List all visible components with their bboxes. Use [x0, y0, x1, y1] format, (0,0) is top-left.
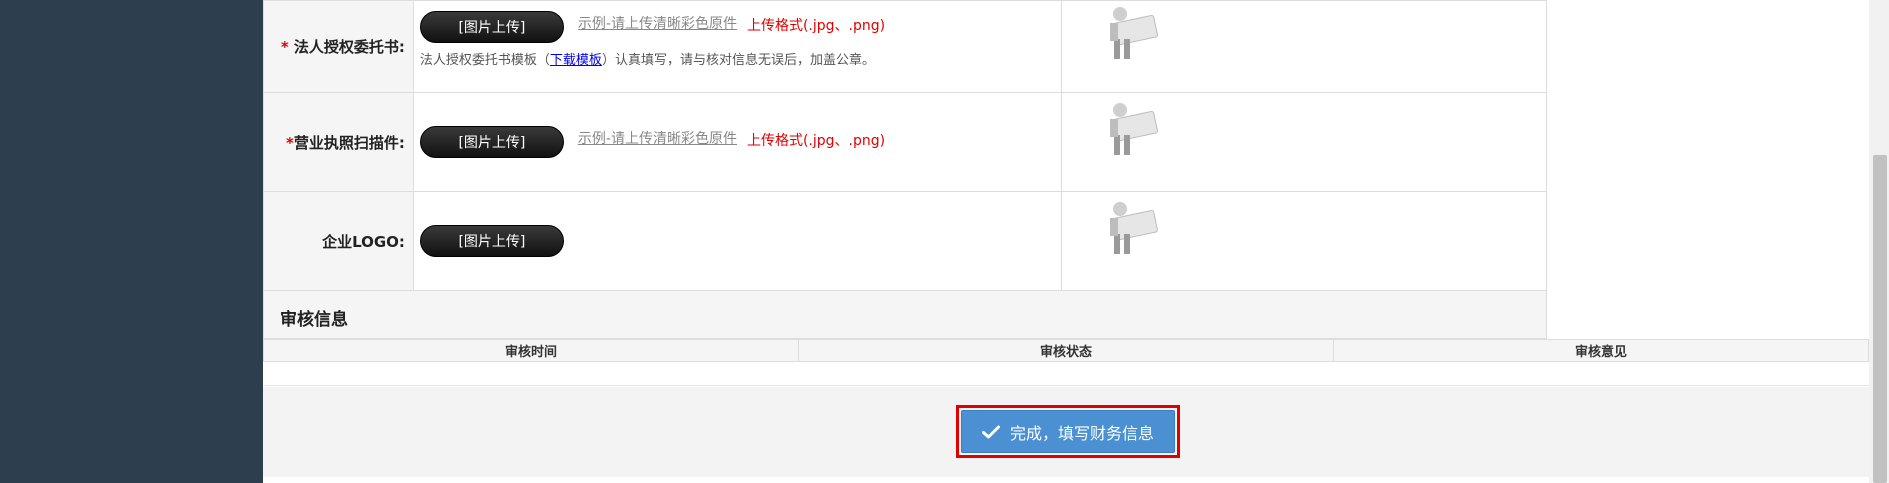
- vertical-scrollbar[interactable]: [1869, 0, 1889, 483]
- preview-cell: [1060, 0, 1547, 93]
- row-label: * 法人授权委托书:: [263, 0, 414, 93]
- check-icon: [981, 425, 1000, 438]
- section-title: 审核信息: [280, 310, 348, 330]
- format-hint: 上传格式(.jpg、.png): [746, 133, 886, 149]
- column-header-comment: 审核意见: [1333, 339, 1869, 362]
- upload-image-button[interactable]: [图片上传]: [419, 225, 564, 257]
- example-link[interactable]: 示例-请上传清晰彩色原件: [578, 128, 737, 148]
- required-mark: *: [286, 133, 294, 152]
- highlight-box: 完成，填写财务信息: [956, 405, 1180, 458]
- logo-label: 企业LOGO:: [322, 232, 405, 251]
- upload-cell: [图片上传] 示例-请上传清晰彩色原件 上传格式(.jpg、.png) 法人授权…: [412, 0, 1062, 93]
- placeholder-figure-icon: [1109, 202, 1158, 254]
- preview-cell: [1060, 191, 1547, 291]
- finish-button[interactable]: 完成，填写财务信息: [961, 410, 1175, 453]
- authorization-label: 法人授权委托书:: [293, 38, 405, 56]
- upload-form-table: * 法人授权委托书: [图片上传] 示例-请上传清晰彩色原件 上传格式(.jpg…: [263, 0, 1547, 291]
- table-cell: [798, 361, 1334, 386]
- row-label: 企业LOGO:: [263, 191, 414, 291]
- table-row: [263, 361, 1869, 386]
- upload-line: [图片上传] 示例-请上传清晰彩色原件 上传格式(.jpg、.png): [419, 11, 1061, 43]
- row-label: *营业执照扫描件:: [263, 92, 414, 192]
- upload-line: [图片上传]: [419, 225, 1061, 257]
- upload-image-button[interactable]: [图片上传]: [419, 126, 564, 158]
- download-template-link[interactable]: 下载模板: [550, 53, 602, 68]
- column-header-time: 审核时间: [263, 339, 799, 362]
- scrollbar-thumb[interactable]: [1873, 155, 1887, 483]
- main-content: * 法人授权委托书: [图片上传] 示例-请上传清晰彩色原件 上传格式(.jpg…: [263, 0, 1869, 483]
- upload-cell: [图片上传] 示例-请上传清晰彩色原件 上传格式(.jpg、.png): [412, 92, 1062, 192]
- hint-text-after: ）认真填写，请与核对信息无误后，加盖公章。: [601, 53, 875, 68]
- upload-image-button[interactable]: [图片上传]: [419, 11, 564, 43]
- placeholder-figure-icon: [1109, 103, 1158, 155]
- placeholder-figure-icon: [1109, 7, 1158, 59]
- format-hint: 上传格式(.jpg、.png): [746, 18, 886, 34]
- audit-table-header: 审核时间 审核状态 审核意见: [263, 339, 1869, 362]
- audit-table: 审核时间 审核状态 审核意见: [263, 339, 1869, 386]
- form-row-logo: 企业LOGO: [图片上传]: [263, 191, 1547, 291]
- table-cell: [1333, 361, 1869, 386]
- license-label: 营业执照扫描件:: [293, 133, 405, 152]
- hint-text-before: 法人授权委托书模板（: [419, 53, 550, 68]
- required-mark: *: [280, 38, 289, 56]
- form-row-authorization: * 法人授权委托书: [图片上传] 示例-请上传清晰彩色原件 上传格式(.jpg…: [263, 0, 1547, 93]
- column-header-status: 审核状态: [798, 339, 1334, 362]
- sidebar: [0, 0, 263, 483]
- upload-cell: [图片上传]: [412, 191, 1062, 291]
- audit-section-header: 审核信息: [263, 291, 1547, 339]
- example-link[interactable]: 示例-请上传清晰彩色原件: [578, 13, 737, 33]
- form-row-license: *营业执照扫描件: [图片上传] 示例-请上传清晰彩色原件 上传格式(.jpg、…: [263, 92, 1547, 192]
- preview-cell: [1060, 92, 1547, 192]
- template-hint: 法人授权委托书模板（下载模板）认真填写，请与核对信息无误后，加盖公章。: [420, 49, 1061, 68]
- footer-bar: 完成，填写财务信息: [263, 387, 1869, 477]
- upload-line: [图片上传] 示例-请上传清晰彩色原件 上传格式(.jpg、.png): [419, 126, 1061, 158]
- table-cell: [263, 361, 799, 386]
- finish-button-label: 完成，填写财务信息: [1009, 423, 1154, 443]
